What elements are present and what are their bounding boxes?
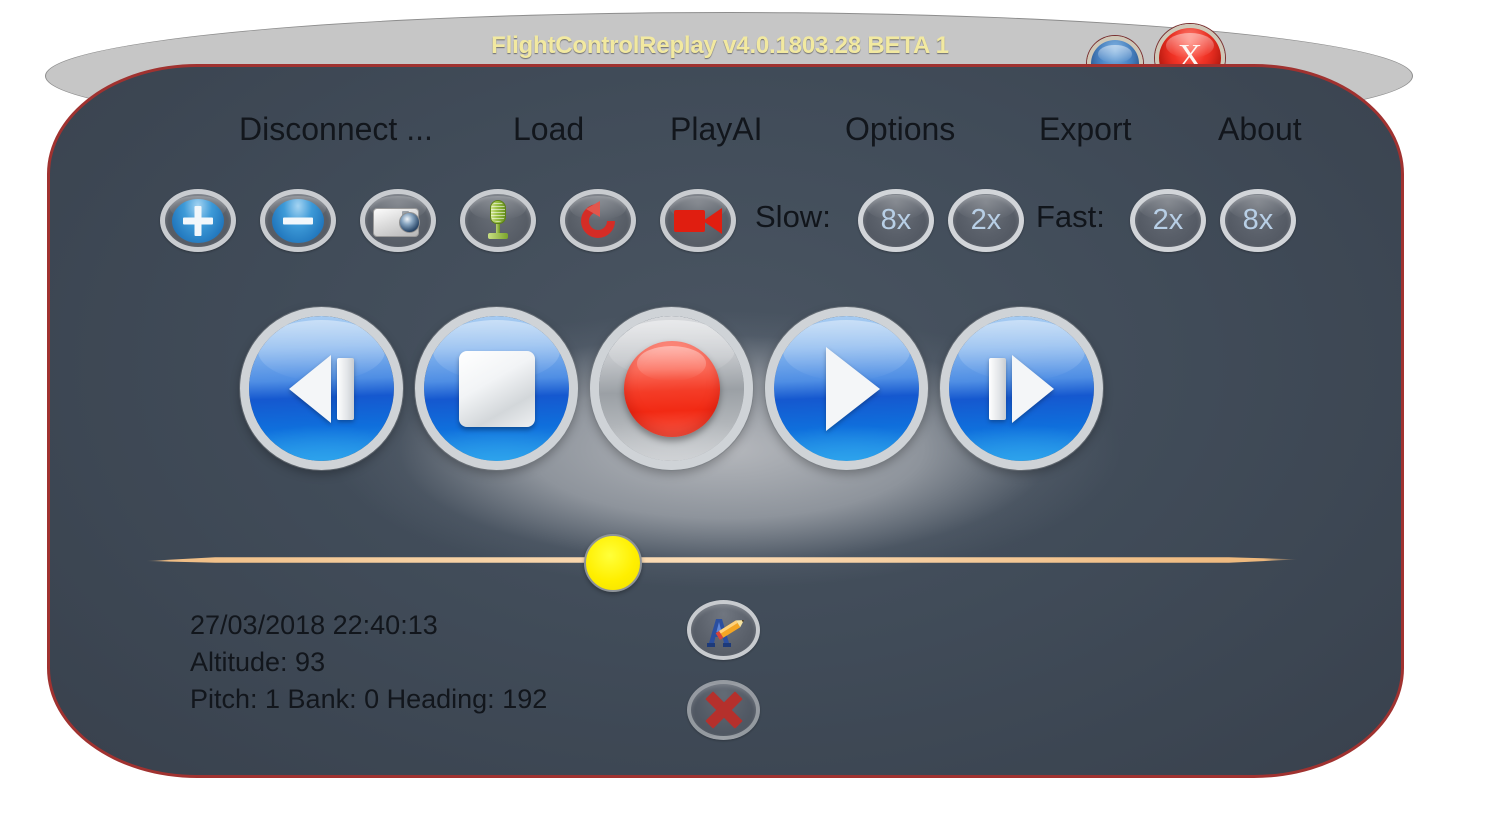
zoom-in-button[interactable] bbox=[160, 189, 236, 252]
stop-button[interactable] bbox=[415, 307, 578, 470]
timeline-slider[interactable] bbox=[146, 527, 1298, 592]
menu-export[interactable]: Export bbox=[1039, 111, 1131, 148]
step-back-button[interactable] bbox=[240, 307, 403, 470]
stop-icon bbox=[424, 316, 569, 461]
menu-options[interactable]: Options bbox=[845, 111, 955, 148]
screenshot-button[interactable] bbox=[360, 189, 436, 252]
audio-record-button[interactable] bbox=[460, 189, 536, 252]
status-timestamp: 27/03/2018 22:40:13 bbox=[190, 610, 438, 640]
fast-2x-button[interactable]: 2x bbox=[1130, 189, 1206, 252]
slow-label: Slow: bbox=[755, 199, 831, 234]
video-camera-icon bbox=[665, 194, 731, 247]
window-body: Disconnect ... Load PlayAI Options Export Abo… bbox=[47, 64, 1404, 778]
slow-8x-label: 8x bbox=[880, 204, 912, 236]
reset-arrow-icon bbox=[565, 194, 631, 247]
fast-2x-label: 2x bbox=[1152, 204, 1184, 236]
record-icon bbox=[599, 316, 744, 461]
step-forward-icon bbox=[949, 316, 1094, 461]
slow-2x-button[interactable]: 2x bbox=[948, 189, 1024, 252]
minimize-gloss bbox=[1097, 44, 1133, 64]
zoom-out-button[interactable] bbox=[260, 189, 336, 252]
toolbar: Slow: Fast: 8x 2x 2x 8x bbox=[50, 189, 1401, 265]
fast-label: Fast: bbox=[1036, 199, 1105, 234]
slow-2x-label: 2x bbox=[970, 204, 1002, 236]
delete-x-icon bbox=[704, 691, 744, 729]
minus-icon bbox=[265, 194, 331, 247]
step-backward-icon bbox=[249, 316, 394, 461]
transport-controls bbox=[50, 307, 1401, 487]
slow-8x-button[interactable]: 8x bbox=[858, 189, 934, 252]
flight-status: 27/03/2018 22:40:13 Altitude: 93 Pitch: … bbox=[190, 607, 547, 718]
play-button[interactable] bbox=[765, 307, 928, 470]
rename-pencil-icon bbox=[706, 619, 744, 647]
timeline-slider-track[interactable] bbox=[146, 557, 1298, 563]
status-altitude: Altitude: 93 bbox=[190, 647, 326, 677]
step-forward-button[interactable] bbox=[940, 307, 1103, 470]
microphone-icon bbox=[465, 194, 531, 247]
menu-about[interactable]: About bbox=[1218, 111, 1302, 148]
video-record-button[interactable] bbox=[660, 189, 736, 252]
record-button[interactable] bbox=[590, 307, 753, 470]
menu-playai[interactable]: PlayAI bbox=[670, 111, 762, 148]
fast-8x-label: 8x bbox=[1242, 204, 1274, 236]
status-attitude: Pitch: 1 Bank: 0 Heading: 192 bbox=[190, 684, 548, 714]
reset-button[interactable] bbox=[560, 189, 636, 252]
fast-8x-button[interactable]: 8x bbox=[1220, 189, 1296, 252]
delete-button[interactable] bbox=[687, 680, 760, 740]
camera-icon bbox=[365, 194, 431, 247]
plus-icon bbox=[165, 194, 231, 247]
rename-button[interactable] bbox=[687, 600, 760, 660]
menu-bar: Disconnect ... Load PlayAI Options Export Abo… bbox=[50, 111, 1401, 161]
menu-disconnect[interactable]: Disconnect ... bbox=[239, 111, 433, 148]
menu-load[interactable]: Load bbox=[513, 111, 584, 148]
app-window: FlightControlReplay v4.0.1803.28 BETA 1 … bbox=[0, 0, 1499, 821]
timeline-slider-thumb[interactable] bbox=[584, 534, 642, 592]
play-icon bbox=[774, 316, 919, 461]
